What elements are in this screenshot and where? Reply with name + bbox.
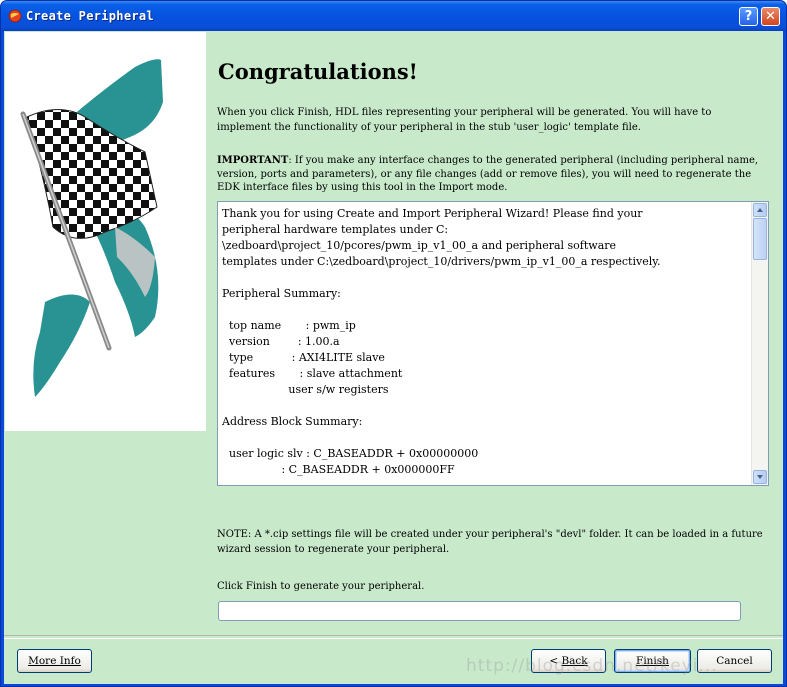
title-bar[interactable]: Create Peripheral ? ✕	[1, 1, 786, 31]
summary-text: Thank you for using Create and Import Pe…	[222, 207, 661, 476]
help-button[interactable]: ?	[739, 7, 758, 26]
button-separator	[4, 635, 783, 639]
dialog-body: Congratulations! When you click Finish, …	[4, 31, 783, 684]
summary-textarea[interactable]: Thank you for using Create and Import Pe…	[217, 201, 769, 486]
checkered-flag-icon	[20, 59, 163, 397]
intro-text: When you click Finish, HDL files represe…	[217, 107, 712, 133]
page-heading: Congratulations!	[218, 59, 418, 84]
cip-note: NOTE: A *.cip settings file will be crea…	[217, 529, 763, 555]
more-info-button[interactable]: More Info	[17, 649, 92, 673]
wizard-image-panel	[5, 32, 206, 431]
scroll-down-arrow-icon[interactable]	[753, 470, 767, 484]
finish-hint: Click Finish to generate your peripheral…	[217, 581, 425, 592]
important-notice: IMPORTANT: If you make any interface cha…	[217, 154, 767, 195]
summary-scrollbar[interactable]	[751, 202, 768, 485]
watermark-text: http://blog.csdn.net/keyi...	[466, 656, 718, 676]
close-button[interactable]: ✕	[761, 7, 780, 26]
scroll-up-arrow-icon[interactable]	[753, 203, 767, 217]
scroll-thumb[interactable]	[753, 218, 767, 260]
generation-progress-bar	[218, 601, 741, 621]
important-text: : If you make any interface changes to t…	[217, 155, 759, 193]
important-label: IMPORTANT	[217, 155, 289, 166]
more-info-label: More Info	[28, 655, 81, 667]
create-peripheral-dialog: Create Peripheral ? ✕ Congratulations! W…	[0, 0, 787, 687]
xilinx-app-icon	[8, 9, 22, 23]
window-title: Create Peripheral	[26, 9, 154, 23]
